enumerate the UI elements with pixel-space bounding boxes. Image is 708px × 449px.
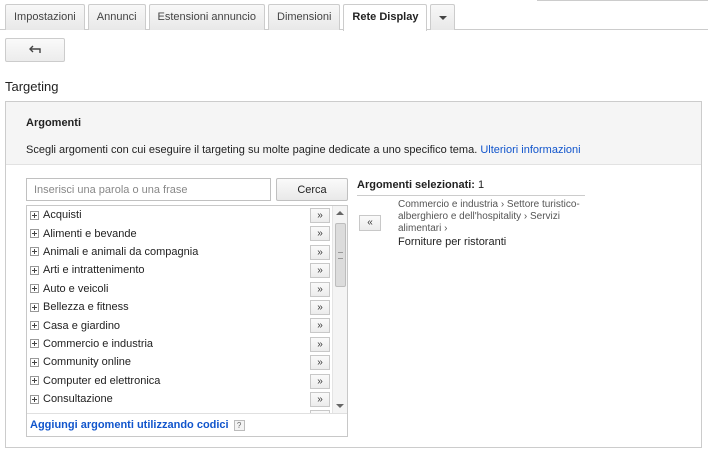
add-topic-button[interactable]: » <box>310 263 330 279</box>
plus-icon[interactable] <box>30 302 39 312</box>
add-topic-button[interactable]: » <box>310 336 330 352</box>
topic-row: Auto e veicoli » <box>27 280 332 298</box>
back-arrow-icon <box>29 45 41 53</box>
add-topic-button[interactable]: » <box>310 208 330 223</box>
topic-row: Casa e giardino » <box>27 316 332 334</box>
plus-icon[interactable] <box>30 210 39 220</box>
selected-divider <box>357 195 585 196</box>
selected-count: 1 <box>478 179 485 191</box>
plus-icon[interactable] <box>30 247 39 257</box>
add-topic-button[interactable]: » <box>310 318 330 334</box>
topic-row: Alimenti e bevande » <box>27 224 332 242</box>
tab-rete-display[interactable]: Rete Display <box>343 4 428 31</box>
list-scrollbar[interactable] <box>332 206 347 413</box>
list-footer: Aggiungi argomenti utilizzando codici ? <box>27 413 347 436</box>
top-border <box>537 0 708 2</box>
topic-label: Community online <box>43 356 132 369</box>
selected-topic-name: Forniture per ristoranti <box>398 236 507 248</box>
tab-estensioni-annuncio[interactable]: Estensioni annuncio <box>148 4 265 30</box>
topic-label: Consultazione <box>43 393 113 406</box>
add-topic-button[interactable]: » <box>310 373 330 389</box>
back-button[interactable] <box>5 38 65 62</box>
description-text: Scegli argomenti con cui eseguire il tar… <box>26 144 478 156</box>
topic-label: Auto e veicoli <box>43 282 109 295</box>
tab-dimensioni[interactable]: Dimensioni <box>268 4 341 30</box>
topic-list: Acquisti » Alimenti e bevande » Animali e … <box>27 206 332 413</box>
topic-label: Bellezza e fitness <box>43 301 129 314</box>
topic-row: Computer ed elettronica » <box>27 372 332 390</box>
topic-row: Commercio e industria » <box>27 335 332 353</box>
tab-annunci[interactable]: Annunci <box>87 4 146 30</box>
topic-row: Consultazione » <box>27 390 332 408</box>
topic-label: Casa e giardino <box>43 319 121 332</box>
plus-icon[interactable] <box>30 265 39 275</box>
add-topic-button[interactable]: » <box>310 244 330 260</box>
add-topic-button[interactable]: » <box>310 281 330 297</box>
panel-header: Argomenti Scegli argomenti con cui esegu… <box>6 102 701 165</box>
scroll-down-icon[interactable] <box>336 404 344 408</box>
add-topic-button[interactable]: » <box>310 299 330 315</box>
selected-heading-label: Argomenti selezionati: <box>357 179 475 191</box>
section-title: Targeting <box>5 79 59 94</box>
tab-bar: Impostazioni Annunci Estensioni annuncio… <box>0 0 708 31</box>
plus-icon[interactable] <box>30 339 39 349</box>
add-topic-button[interactable]: » <box>310 355 330 371</box>
caret-down-icon <box>438 15 447 20</box>
selected-topic-path: Commercio e industria › Settore turistic… <box>398 199 580 234</box>
topic-label: Animali e animali da compagnia <box>43 245 199 258</box>
topic-label: Alimenti e bevande <box>43 227 137 240</box>
add-topic-button[interactable]: » <box>310 391 330 407</box>
remove-topic-button[interactable]: « <box>359 215 381 231</box>
topic-row: Bellezza e fitness » <box>27 298 332 316</box>
learn-more-link[interactable]: Ulteriori informazioni <box>480 144 580 156</box>
topic-search-input[interactable] <box>26 178 271 201</box>
topic-label: Commercio e industria <box>43 337 154 350</box>
add-topic-button[interactable]: » <box>310 226 330 242</box>
plus-icon[interactable] <box>30 376 39 386</box>
topic-row: Arti e intrattenimento » <box>27 261 332 279</box>
plus-icon[interactable] <box>30 357 39 367</box>
topic-row: Animali e animali da compagnia » <box>27 243 332 261</box>
topic-label: Computer ed elettronica <box>43 374 161 387</box>
scroll-thumb[interactable] <box>335 223 346 287</box>
plus-icon[interactable] <box>30 321 39 331</box>
help-icon[interactable]: ? <box>233 419 245 431</box>
search-button[interactable]: Cerca <box>276 178 348 201</box>
add-by-codes-link[interactable]: Aggiungi argomenti utilizzando codici <box>30 419 229 431</box>
topic-row: Community online » <box>27 353 332 371</box>
tabs: Impostazioni Annunci Estensioni annuncio… <box>5 4 456 31</box>
topics-panel: Argomenti Scegli argomenti con cui esegu… <box>5 101 702 448</box>
topic-label: Acquisti <box>43 209 82 222</box>
tab-more-button[interactable] <box>430 4 456 30</box>
selected-topics-heading: Argomenti selezionati: 1 <box>357 179 484 191</box>
panel-title: Argomenti <box>26 117 81 129</box>
topic-row: Acquisti » <box>27 206 332 224</box>
topic-label: Arti e intrattenimento <box>43 264 145 277</box>
topic-list-box: Acquisti » Alimenti e bevande » Animali e … <box>26 205 348 437</box>
panel-description: Scegli argomenti con cui eseguire il tar… <box>26 144 581 156</box>
plus-icon[interactable] <box>30 229 39 239</box>
tab-impostazioni[interactable]: Impostazioni <box>5 4 85 30</box>
scroll-up-icon[interactable] <box>336 211 344 215</box>
plus-icon[interactable] <box>30 284 39 294</box>
plus-icon[interactable] <box>30 394 39 404</box>
